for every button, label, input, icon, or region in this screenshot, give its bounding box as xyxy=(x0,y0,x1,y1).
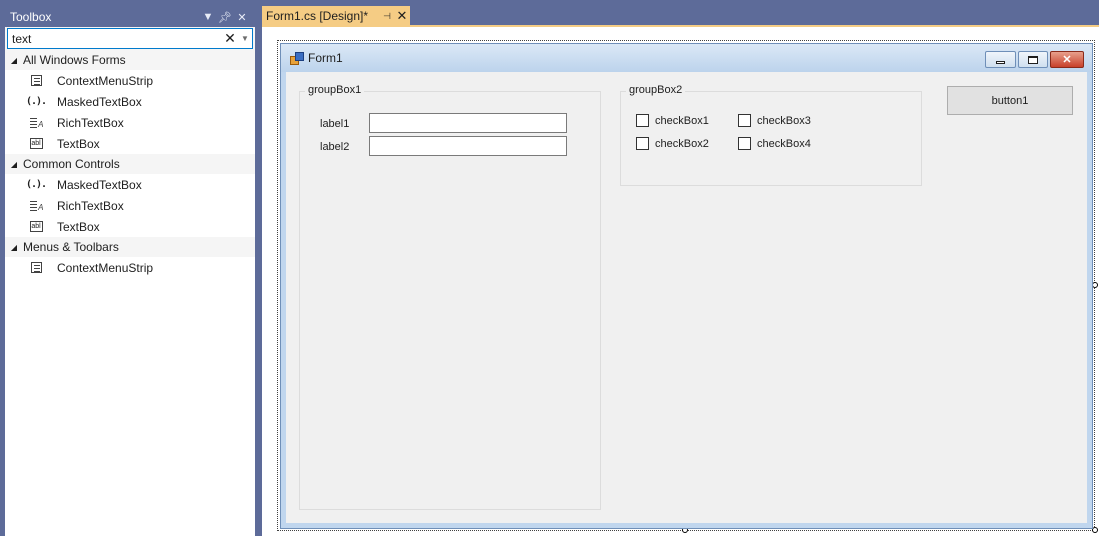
toolbox-item-label: MaskedTextBox xyxy=(57,94,142,109)
maximize-icon xyxy=(1028,55,1038,64)
textbox-icon: abl xyxy=(26,220,46,234)
expand-collapse-arrow-icon[interactable]: ◢ xyxy=(5,56,23,65)
form-title-bar[interactable]: Form1 xyxy=(281,44,1092,72)
toolbox-search-input[interactable] xyxy=(8,29,222,48)
checkbox4[interactable]: checkBox4 xyxy=(738,137,811,150)
clear-search-icon[interactable]: ✕ xyxy=(222,29,238,48)
search-options-dropdown-icon[interactable]: ▼ xyxy=(238,29,252,48)
form-app-icon xyxy=(290,52,304,65)
toolbox-item[interactable]: ContextMenuStrip xyxy=(5,257,255,278)
pin-tab-icon[interactable]: ⊣ xyxy=(380,11,394,22)
checkbox1-label: checkBox1 xyxy=(655,114,709,127)
toolbox-category[interactable]: ◢ Menus & Toolbars xyxy=(5,237,255,257)
toolbox-item-label: ContextMenuStrip xyxy=(57,260,154,275)
minimize-icon xyxy=(996,60,1005,64)
toolbox-item-label: ContextMenuStrip xyxy=(57,73,154,88)
textbox-icon: abl xyxy=(26,137,46,151)
checkbox3-box[interactable] xyxy=(738,114,751,127)
textbox-glyph: abl xyxy=(29,221,43,232)
toolbox-list: ◢ All Windows Forms ContextMenuStrip (.). Ma… xyxy=(5,50,255,536)
checkbox2-label: checkBox2 xyxy=(655,137,709,150)
label1[interactable]: label1 xyxy=(320,118,349,130)
minimize-button[interactable] xyxy=(985,51,1016,68)
toolbox-item-label: TextBox xyxy=(57,136,100,151)
close-icon: ✕ xyxy=(1062,54,1072,66)
pin-icon[interactable]: 📌︎ xyxy=(217,11,233,24)
toolbox-item[interactable]: abl TextBox xyxy=(5,133,255,154)
checkbox2[interactable]: checkBox2 xyxy=(636,137,709,150)
form-title: Form1 xyxy=(308,51,343,65)
groupbox2[interactable]: groupBox2 checkBox1 checkBox2 checkBox3 … xyxy=(620,84,922,186)
groupbox1[interactable]: groupBox1 label1 label2 xyxy=(299,84,601,510)
toolbox-category[interactable]: ◢ Common Controls xyxy=(5,154,255,174)
groupbox2-title: groupBox2 xyxy=(626,84,686,96)
groupbox1-title: groupBox1 xyxy=(305,84,365,96)
checkbox3-label: checkBox3 xyxy=(757,114,811,127)
label2[interactable]: label2 xyxy=(320,141,349,153)
form1-window[interactable]: Form1 ✕ groupBox1 label1 label2 groupBox… xyxy=(280,43,1093,529)
dropdown-arrow-icon[interactable]: ▼ xyxy=(200,11,216,23)
document-tab-strip: Form1.cs [Design]* ⊣ ✕ xyxy=(262,6,1099,26)
rich-textbox-icon xyxy=(26,116,46,130)
toolbox-item-label: RichTextBox xyxy=(57,198,124,213)
checkbox4-box[interactable] xyxy=(738,137,751,150)
masked-textbox-glyph: (.). xyxy=(25,96,47,107)
toolbox-item[interactable]: (.). MaskedTextBox xyxy=(5,174,255,195)
textbox1[interactable] xyxy=(369,113,567,133)
tab-form1-design[interactable]: Form1.cs [Design]* ⊣ ✕ xyxy=(262,6,410,26)
toolbox-item[interactable]: RichTextBox xyxy=(5,195,255,216)
rich-textbox-glyph xyxy=(29,117,44,129)
toolbox-title: Toolbox xyxy=(10,10,52,24)
toolbox-item-label: MaskedTextBox xyxy=(57,177,142,192)
checkbox3[interactable]: checkBox3 xyxy=(738,114,811,127)
toolbox-item-label: RichTextBox xyxy=(57,115,124,130)
context-menu-strip-icon xyxy=(26,261,46,275)
close-button[interactable]: ✕ xyxy=(1050,51,1084,68)
masked-textbox-icon: (.). xyxy=(25,95,47,109)
rich-textbox-glyph xyxy=(29,200,44,212)
toolbox-item[interactable]: (.). MaskedTextBox xyxy=(5,91,255,112)
toolbox-category-label: Menus & Toolbars xyxy=(23,240,119,254)
masked-textbox-glyph: (.). xyxy=(25,179,47,190)
toolbox-item-label: TextBox xyxy=(57,219,100,234)
toolbox-category[interactable]: ◢ All Windows Forms xyxy=(5,50,255,70)
context-menu-strip-glyph xyxy=(30,75,42,86)
close-icon[interactable]: ✕ xyxy=(234,11,250,24)
toolbox-title-bar: Toolbox ▼ 📌︎ ✕ xyxy=(5,7,255,27)
checkbox2-box[interactable] xyxy=(636,137,649,150)
toolbox-item[interactable]: RichTextBox xyxy=(5,112,255,133)
checkbox1-box[interactable] xyxy=(636,114,649,127)
rich-textbox-icon xyxy=(26,199,46,213)
toolbox-item[interactable]: abl TextBox xyxy=(5,216,255,237)
tab-label: Form1.cs [Design]* xyxy=(266,9,369,23)
design-surface[interactable]: Form1 ✕ groupBox1 label1 label2 groupBox… xyxy=(262,27,1099,536)
toolbox-item[interactable]: ContextMenuStrip xyxy=(5,70,255,91)
context-menu-strip-glyph xyxy=(30,262,42,273)
toolbox-search-box: ✕ ▼ xyxy=(7,28,253,49)
maximize-button[interactable] xyxy=(1018,51,1048,68)
toolbox-panel: Toolbox ▼ 📌︎ ✕ ✕ ▼ ◢All Windows FormsCon… xyxy=(5,7,255,536)
checkbox4-label: checkBox4 xyxy=(757,137,811,150)
textbox-glyph: abl xyxy=(29,138,43,149)
toolbox-category-label: All Windows Forms xyxy=(23,53,126,67)
button1[interactable]: button1 xyxy=(947,86,1073,115)
close-tab-icon[interactable]: ✕ xyxy=(394,8,410,24)
form-client-area[interactable]: groupBox1 label1 label2 groupBox2 checkB… xyxy=(286,72,1087,523)
context-menu-strip-icon xyxy=(26,74,46,88)
expand-collapse-arrow-icon[interactable]: ◢ xyxy=(5,160,23,169)
checkbox1[interactable]: checkBox1 xyxy=(636,114,709,127)
textbox2[interactable] xyxy=(369,136,567,156)
masked-textbox-icon: (.). xyxy=(25,178,47,192)
toolbox-category-label: Common Controls xyxy=(23,157,120,171)
expand-collapse-arrow-icon[interactable]: ◢ xyxy=(5,243,23,252)
